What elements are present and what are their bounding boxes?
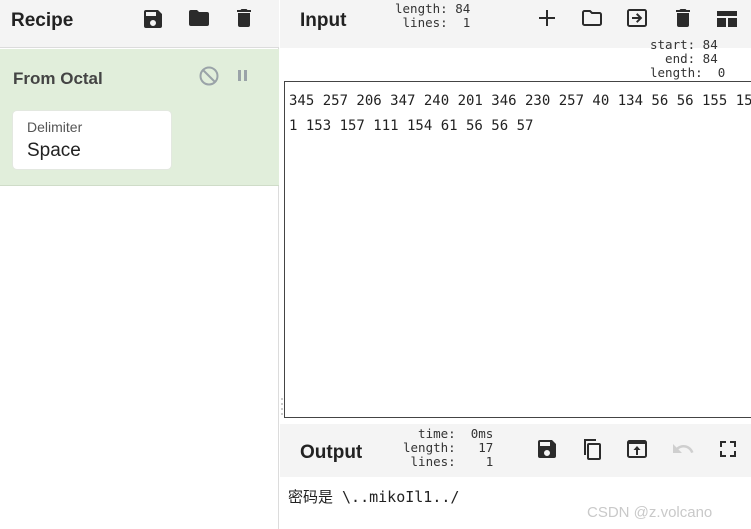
save-icon[interactable] (534, 436, 560, 462)
plus-icon[interactable] (534, 5, 560, 31)
input-textarea[interactable]: 345 257 206 347 240 201 346 230 257 40 1… (284, 81, 751, 418)
layout-icon[interactable] (714, 6, 740, 32)
operation-from-octal[interactable]: From Octal Delimiter Space (0, 49, 279, 186)
io-panel: Input length: 84 lines: 1 start: 84 end:… (280, 0, 751, 529)
folder-icon[interactable] (579, 5, 605, 31)
delimiter-field[interactable]: Delimiter Space (13, 111, 171, 169)
undo-icon (670, 436, 696, 462)
input-text[interactable]: 345 257 206 347 240 201 346 230 257 40 1… (289, 89, 751, 139)
column-resize-grip[interactable] (280, 396, 284, 418)
trash-icon[interactable] (231, 5, 257, 31)
output-title: Output (300, 442, 363, 463)
recipe-header: Recipe (0, 0, 279, 48)
output-stats: time: 0ms length: 17 lines: 1 (403, 426, 494, 469)
selection-stats: start: 84 end: 84 length: 0 (650, 37, 726, 80)
disable-icon[interactable] (198, 65, 220, 87)
delimiter-value[interactable]: Space (27, 140, 81, 162)
folder-icon[interactable] (186, 5, 212, 31)
input-stats: length: 84 lines: 1 (395, 1, 471, 30)
trash-icon[interactable] (670, 5, 696, 31)
recipe-title: Recipe (11, 10, 74, 31)
operation-title: From Octal (13, 69, 103, 88)
watermark: CSDN @z.volcano (587, 504, 713, 521)
output-header: Output time: 0ms length: 17 lines: 1 (280, 424, 751, 477)
input-title: Input (300, 10, 347, 31)
fullscreen-icon[interactable] (715, 436, 741, 462)
recipe-panel: Recipe From Octal Delimiter Space (0, 0, 279, 529)
pause-icon[interactable] (235, 66, 251, 86)
save-icon[interactable] (140, 6, 166, 32)
import-icon[interactable] (624, 5, 650, 31)
output-textarea[interactable]: 密码是 \..mikoIl1../ CSDN @z.volcano (284, 477, 751, 529)
copy-icon[interactable] (579, 436, 605, 462)
replace-input-icon[interactable] (624, 436, 650, 462)
selection-info: start: 84 end: 84 length: 0 (280, 38, 751, 81)
delimiter-label: Delimiter (27, 119, 83, 135)
output-text[interactable]: 密码是 \..mikoIl1../ (288, 486, 459, 507)
